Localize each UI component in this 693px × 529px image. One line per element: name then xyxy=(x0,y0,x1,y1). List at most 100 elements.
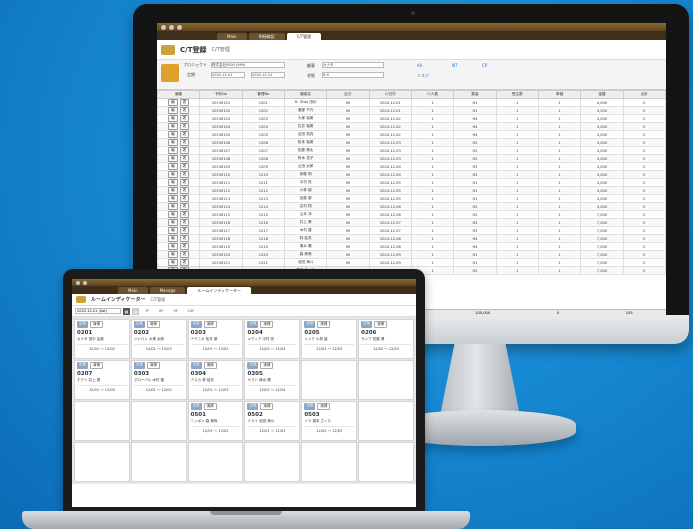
row-button[interactable]: 表 xyxy=(179,195,190,202)
row-button[interactable]: 編 xyxy=(168,171,178,178)
option-risk-radio[interactable]: リスク xyxy=(417,73,429,79)
room-cell[interactable]: 空室 清掃 0305 ヤマト 清水 陽 12/02 ～ 12/04 xyxy=(244,360,301,400)
row-button[interactable]: 表 xyxy=(179,115,190,122)
table-row[interactable]: 編表 20190112 1212 小林 誠 Mi 2020-12-05 1 H1 1 1 4,000… xyxy=(157,186,666,195)
table-row[interactable]: 編表 20190111 1211 中村 亮 Mi 2020-12-05 1 H1 1 1 4,000… xyxy=(157,178,666,187)
table-row[interactable]: 編表 20190115 1215 山本 涼 Mi 2020-12-06 1 H2 1 1 7,000… xyxy=(157,210,666,219)
option-nt-radio[interactable]: NT xyxy=(452,63,457,68)
table-row[interactable]: 編表 20190103 1203 大塚 裕美 Mi 2020-12-02 1 H4 1 1 4,00… xyxy=(157,114,666,123)
row-button[interactable]: 表 xyxy=(179,227,190,234)
floor-tab[interactable]: 8F xyxy=(155,309,167,313)
table-row[interactable]: 編表 20190114 1214 吉村 翔 Mi 2020-12-06 1 H2 1 1 4,000… xyxy=(157,202,666,211)
row-button[interactable]: 表 xyxy=(179,203,190,210)
floor-tab[interactable]: 7F xyxy=(141,309,153,313)
row-button[interactable]: 編 xyxy=(168,187,178,194)
row-button[interactable]: 表 xyxy=(179,139,190,146)
column-header[interactable]: C/人数 xyxy=(410,90,455,99)
row-button[interactable]: 編 xyxy=(168,203,178,210)
tab-ct[interactable]: C/T管理 xyxy=(286,33,322,40)
row-button[interactable]: 編 xyxy=(168,195,178,202)
row-button[interactable]: 編 xyxy=(168,107,178,114)
table-row[interactable]: 編表 20190121 1221 池田 海斗 Mi 2020-12-09 1 H1 1 1 7,00… xyxy=(157,258,666,267)
row-button[interactable]: 編 xyxy=(168,147,178,154)
row-button[interactable]: 編 xyxy=(168,227,178,234)
row-button[interactable]: 編 xyxy=(168,139,178,146)
room-cell[interactable]: 空室 清掃 0303 グローバル 木村 蓮 12/01 ～ 12/02 xyxy=(130,360,187,400)
room-cell[interactable]: 空室 清掃 0203 テクニカ 松本 優 12/01 ～ 12/02 xyxy=(187,319,244,359)
table-row[interactable]: 編表 20190109 1209 山田 太郎 Mi 2020-12-04 1 H3 1 1 4,00… xyxy=(157,162,666,171)
room-cell[interactable] xyxy=(358,360,414,400)
table-row[interactable]: 編表 20190120 1220 森 美咲 Mi 2020-12-09 1 H1 1 1 7,000… xyxy=(157,250,666,259)
tab-room-indicator[interactable]: ルームインディケーター xyxy=(187,287,252,294)
room-cell[interactable] xyxy=(74,442,130,482)
column-header[interactable]: 予約No xyxy=(199,90,243,99)
calendar-icon[interactable]: ▦ xyxy=(123,307,130,315)
column-header[interactable]: 受注数 xyxy=(495,90,539,99)
table-row[interactable]: 編表 20190101 1201 H. Ohta 田中 Mi 2020-12-01 1 H1 1… xyxy=(157,98,666,107)
column-header[interactable]: C/日付 xyxy=(368,90,412,99)
row-button[interactable]: 編 xyxy=(168,115,178,122)
table-row[interactable]: 編表 20190116 1216 井上 葵 Mi 2020-12-07 1 H3 1 1 7,000… xyxy=(157,218,666,227)
row-button[interactable]: 編 xyxy=(168,179,178,186)
row-button[interactable]: 表 xyxy=(179,99,190,106)
window-dot[interactable] xyxy=(169,24,174,30)
column-header[interactable]: 管理No xyxy=(241,90,285,99)
row-button[interactable]: 表 xyxy=(179,251,190,258)
row-button[interactable]: 編 xyxy=(168,219,178,226)
grid-icon[interactable]: ▤ xyxy=(132,307,139,315)
window-dot[interactable] xyxy=(76,280,80,285)
room-cell[interactable] xyxy=(301,360,358,400)
window-dot[interactable] xyxy=(161,24,166,30)
row-button[interactable]: 表 xyxy=(179,171,190,178)
room-cell[interactable]: 空室 清掃 0207 ホクト 井上 葵 12/01 ～ 12/05 xyxy=(74,360,130,400)
table-row[interactable]: 編表 20190107 1207 佐藤 健太 Mi 2020-12-03 1 H2 1 1 4,00… xyxy=(157,146,666,155)
room-cell[interactable] xyxy=(74,401,130,441)
room-cell[interactable] xyxy=(130,442,187,482)
column-header[interactable]: 顧客名 xyxy=(283,90,328,99)
room-cell[interactable] xyxy=(358,442,414,482)
room-cell[interactable]: 空室 清掃 0304 アスカ 林 結衣 12/01 ～ 12/03 xyxy=(187,360,244,400)
row-button[interactable]: 編 xyxy=(168,99,178,106)
table-row[interactable]: 編表 20190118 1218 林 結衣 Mi 2020-12-08 1 H4 1 1 7,000… xyxy=(157,234,666,243)
row-button[interactable]: 表 xyxy=(179,179,190,186)
row-button[interactable]: 表 xyxy=(179,259,190,266)
room-cell[interactable] xyxy=(130,401,187,441)
row-button[interactable]: 表 xyxy=(179,107,190,114)
row-button[interactable]: 編 xyxy=(168,243,178,250)
option-cp-radio[interactable]: CP xyxy=(482,63,487,68)
row-button[interactable]: 編 xyxy=(168,211,178,218)
table-row[interactable]: 編表 20190104 1204 石井 裕美 Mi 2020-12-02 1 H4 1 1 4,00… xyxy=(157,122,666,131)
room-cell[interactable]: 空室 清掃 0204 メディア 中村 亮 12/02 ～ 12/04 xyxy=(244,319,301,359)
row-button[interactable]: 表 xyxy=(179,163,190,170)
column-header[interactable]: 編集 xyxy=(157,90,201,99)
date-to-input[interactable]: 2020-12-31 xyxy=(251,72,285,78)
room-cell[interactable] xyxy=(301,442,358,482)
window-dot[interactable] xyxy=(177,24,182,30)
room-cell[interactable]: 空室 清掃 0201 カナタ 田中 由美 12/01 ～ 12/02 xyxy=(74,319,130,359)
row-button[interactable]: 編 xyxy=(168,163,178,170)
floor-tab[interactable]: 9F xyxy=(170,309,182,313)
column-header[interactable]: 合計 xyxy=(622,90,666,99)
room-cell[interactable]: 空室 清掃 0205 リンク 小林 誠 12/01 ～ 12/03 xyxy=(301,319,358,359)
home-button[interactable] xyxy=(76,296,86,303)
column-header[interactable]: 数量 xyxy=(453,90,497,99)
row-button[interactable]: 編 xyxy=(168,131,178,138)
room-cell[interactable]: 空室 清掃 0202 ジャパン 大塚 太郎 12/01 ～ 12/03 xyxy=(130,319,187,359)
customer-input[interactable]: カナタ xyxy=(322,62,384,68)
status-input[interactable]: 9-9 xyxy=(322,72,384,78)
date-from-input[interactable]: 2020-12-01 xyxy=(211,72,245,78)
row-button[interactable]: 表 xyxy=(179,219,190,226)
row-button[interactable]: 表 xyxy=(179,123,190,130)
row-button[interactable]: 表 xyxy=(179,147,190,154)
row-button[interactable]: 表 xyxy=(179,187,190,194)
column-header[interactable]: 区分 xyxy=(326,90,370,99)
column-header[interactable]: 金額 xyxy=(580,90,624,99)
product-select[interactable]: 株式会社0000 (999) xyxy=(211,62,285,68)
floor-tab[interactable]: 10F xyxy=(184,309,198,313)
row-button[interactable]: 表 xyxy=(179,211,190,218)
tab-main[interactable]: Main xyxy=(118,287,148,294)
column-header[interactable]: 単価 xyxy=(537,90,582,99)
table-row[interactable]: 編表 20190110 1210 伊藤 明 Mi 2020-12-04 1 H3 1 1 4,000… xyxy=(157,170,666,179)
room-cell[interactable]: 空室 清掃 0501 ニッポン 森 美咲 12/01 ～ 12/02 xyxy=(187,401,244,441)
table-row[interactable]: 編表 20190106 1206 松本 裕美 Mi 2020-12-03 1 H2 1 1 4,00… xyxy=(157,138,666,147)
